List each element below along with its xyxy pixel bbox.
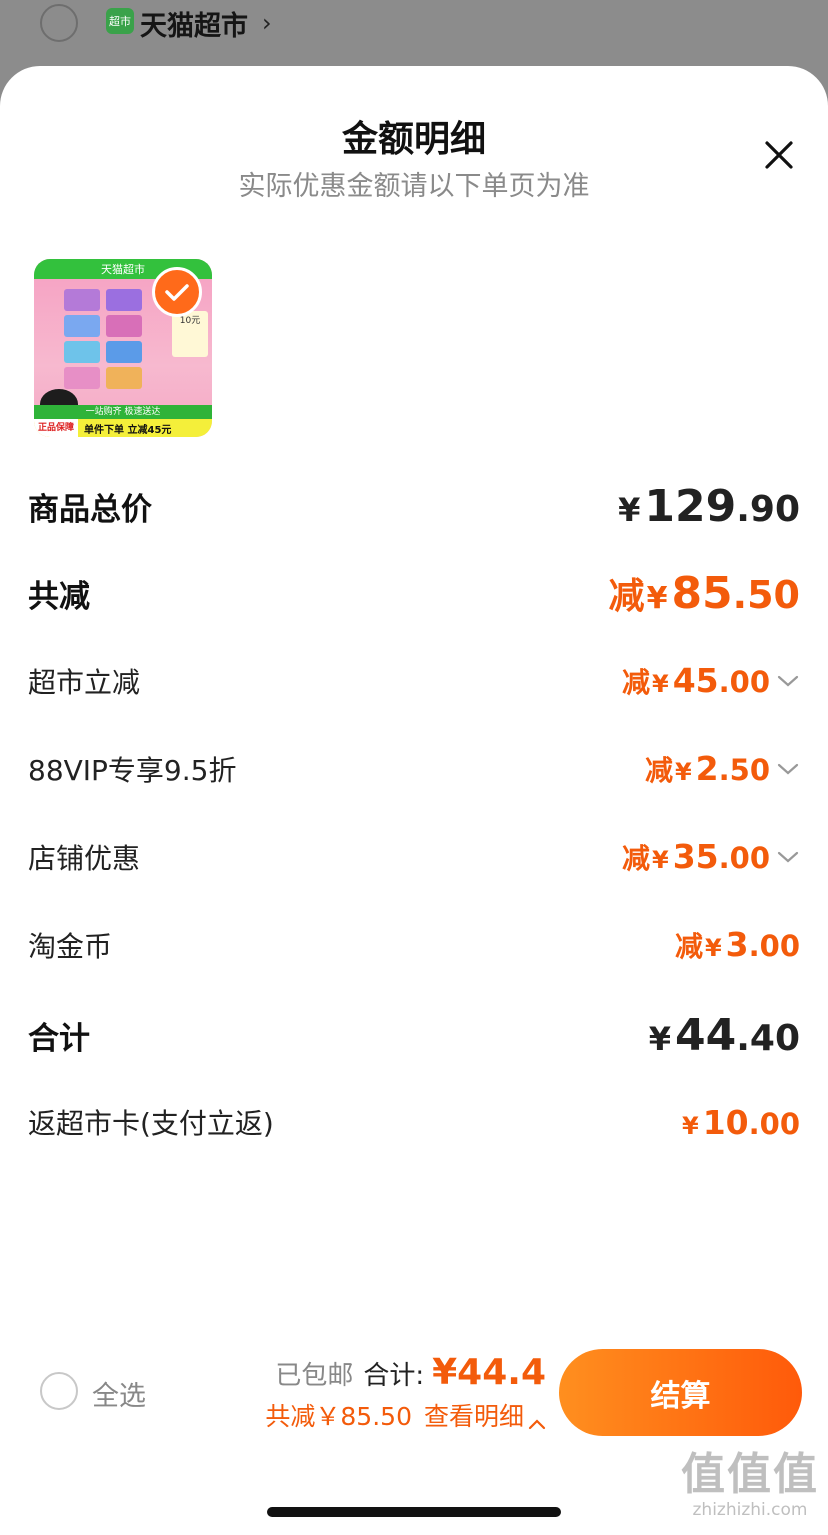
row-label: 合计 (28, 1020, 90, 1057)
product-pack (64, 315, 100, 337)
total-label: 合计: (363, 1361, 425, 1391)
row-label: 返超市卡(支付立返) (28, 1107, 274, 1140)
row-label: 淘金币 (28, 930, 113, 963)
thumb-voucher-card: 10元 (172, 311, 208, 357)
row-supermarket-discount[interactable]: 超市立减 减 ¥ 45 .00 (28, 656, 800, 706)
checkout-button[interactable]: 结算 (559, 1349, 802, 1436)
total-amount: ¥44.4 (432, 1352, 546, 1393)
product-thumbnail[interactable]: 天猫超市 10元 一站购齐 极速送达 正品保障 单件下单 立减45元 (34, 259, 212, 437)
product-pack (106, 315, 142, 337)
thumb-slogan: 一站购齐 极速送达 (34, 405, 212, 419)
row-amount: ¥ 10 .00 (681, 1102, 800, 1142)
row-grand-total: 合计 ¥ 44 .40 (28, 1009, 800, 1061)
row-amount: 减 ¥ 45 .00 (622, 661, 800, 701)
row-amount: ¥ 129 .90 (618, 480, 800, 532)
tmall-supermarket-icon: 超市 (106, 8, 134, 34)
home-indicator[interactable] (267, 1507, 561, 1517)
sheet-subtitle: 实际优惠金额请以下单页为准 (238, 171, 590, 202)
product-pack (64, 289, 100, 311)
thumb-promo-strip: 正品保障 单件下单 立减45元 (34, 419, 212, 437)
row-label: 超市立减 (28, 666, 141, 699)
row-amount: ¥ 44 .40 (648, 1009, 800, 1061)
total-discount-text: 共减￥85.50 (265, 1402, 412, 1431)
chevron-down-icon[interactable] (776, 759, 800, 779)
product-pack (106, 367, 142, 389)
select-all-radio[interactable] (40, 1372, 78, 1410)
product-pack (64, 367, 100, 389)
view-details-link[interactable]: 查看明细 (424, 1397, 524, 1433)
product-pack (106, 289, 142, 311)
row-amount: 减 ¥ 35 .00 (622, 837, 800, 877)
product-pack (64, 341, 100, 363)
shop-select-radio[interactable] (40, 4, 78, 42)
sheet-title: 金额明细 (341, 119, 486, 160)
thumb-promo-text: 单件下单 立减45元 (84, 424, 172, 436)
product-pack (106, 341, 142, 363)
row-amount: 减 ¥ 3 .00 (674, 925, 800, 964)
row-label: 商品总价 (28, 491, 152, 528)
chevron-right-icon[interactable]: › (262, 9, 272, 37)
footer-discount-line: 共减￥85.50 查看明细 (200, 1398, 546, 1432)
row-taobao-coins: 淘金币 减 ¥ 3 .00 (28, 920, 800, 970)
shop-name[interactable]: 天猫超市 (140, 4, 248, 43)
free-shipping-label: 已包邮 (275, 1361, 354, 1391)
watermark-domain: zhizhizhi.com (692, 1500, 808, 1520)
row-subtotal: 商品总价 ¥ 129 .90 (28, 480, 800, 532)
row-label: 店铺优惠 (28, 842, 141, 875)
chevron-down-icon[interactable] (776, 671, 800, 691)
watermark-glyphs: 值值值 (681, 1449, 819, 1500)
chevron-down-icon[interactable] (776, 847, 800, 867)
cart-shop-header: 超市 天猫超市 › (0, 0, 828, 70)
row-cashback: 返超市卡(支付立返) ¥ 10 .00 (28, 1097, 800, 1147)
row-label: 共减 (28, 578, 90, 615)
amount-detail-sheet: 金额明细 实际优惠金额请以下单页为准 天猫超市 10元 一站购齐 极速送达 正品… (0, 66, 828, 1535)
row-label: 88VIP专享9.5折 (28, 754, 237, 787)
row-total-discount: 共减 减 ¥ 85 .50 (28, 568, 800, 619)
select-all-label[interactable]: 全选 (92, 1374, 146, 1413)
watermark: 值值值 zhizhizhi.com (680, 1450, 820, 1530)
thumb-genuine-badge: 正品保障 (34, 419, 79, 437)
row-amount: 减 ¥ 85 .50 (608, 568, 800, 619)
close-icon[interactable] (756, 132, 802, 178)
row-store-discount[interactable]: 店铺优惠 减 ¥ 35 .00 (28, 832, 800, 882)
row-amount: 减 ¥ 2 .50 (645, 749, 800, 789)
footer-total-line: 已包邮 合计: ¥44.4 (270, 1352, 546, 1398)
chevron-up-icon[interactable] (528, 1408, 546, 1430)
row-88vip-discount[interactable]: 88VIP专享9.5折 减 ¥ 2 .50 (28, 744, 800, 794)
selected-check-icon[interactable] (152, 267, 202, 317)
